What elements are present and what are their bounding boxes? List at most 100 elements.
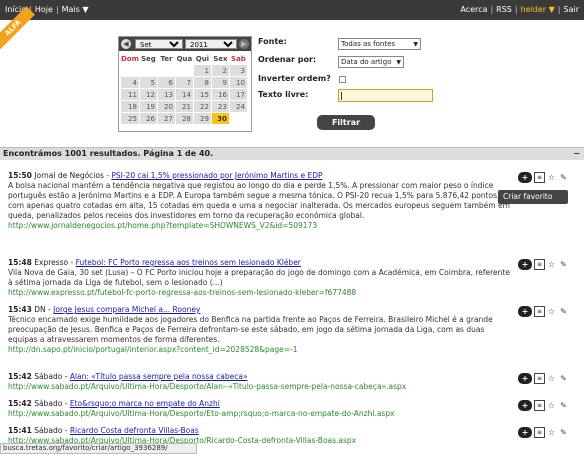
calendar-day[interactable]: 12 <box>139 89 157 100</box>
calendar-day[interactable]: 13 <box>157 89 175 100</box>
pencil-icon[interactable]: ✎ <box>558 259 569 270</box>
ordenar-select[interactable]: Data do artigo ▼ <box>338 56 404 68</box>
star-icon[interactable]: ☆ <box>546 259 557 270</box>
calendar-day[interactable]: 11 <box>121 89 139 100</box>
share-icon[interactable]: + <box>518 172 532 183</box>
result-url[interactable]: http://dn.sapo.pt/inicio/portugal/interi… <box>8 345 513 355</box>
tooltip: Criar favorito <box>498 190 568 204</box>
document-icon[interactable]: ≡ <box>534 259 545 270</box>
calendar-day[interactable]: 9 <box>211 77 229 88</box>
calendar-day[interactable]: 25 <box>121 113 139 124</box>
result-url[interactable]: http://www.expresso.pt/futebol-fc-porto-… <box>8 288 513 298</box>
calendar-day[interactable]: 22 <box>193 101 211 112</box>
calendar-day[interactable]: 21 <box>175 101 193 112</box>
year-select[interactable]: 2011 <box>185 39 237 49</box>
star-icon[interactable]: ☆ <box>546 373 557 384</box>
result-item: 15:42 Sábado - Alan: «Título passa sempr… <box>8 372 513 392</box>
calendar-day[interactable]: 6 <box>157 77 175 88</box>
result-actions: + ≡ ☆ ✎ <box>518 400 570 411</box>
pencil-icon[interactable]: ✎ <box>558 373 569 384</box>
document-icon[interactable]: ≡ <box>534 427 545 438</box>
result-source: Jornal de Negócios <box>34 171 104 180</box>
result-title-link[interactable]: Eto&rsquo;o marca no empate do Anzhi <box>70 399 220 408</box>
star-icon[interactable]: ☆ <box>546 306 557 317</box>
next-month-button[interactable]: ▶ <box>239 39 249 49</box>
calendar-empty <box>121 65 139 76</box>
document-icon[interactable]: ≡ <box>534 400 545 411</box>
pencil-icon[interactable]: ✎ <box>558 172 569 183</box>
document-icon[interactable]: ≡ <box>534 306 545 317</box>
result-source: Sábado <box>34 426 63 435</box>
nav-sair[interactable]: Sair <box>564 5 580 14</box>
calendar-day[interactable]: 18 <box>121 101 139 112</box>
calendar-day[interactable]: 26 <box>139 113 157 124</box>
prev-month-button[interactable]: ◀ <box>121 39 131 49</box>
calendar-day[interactable]: 17 <box>229 89 247 100</box>
calendar-day[interactable]: 2 <box>211 65 229 76</box>
nav-acerca[interactable]: Acerca <box>460 5 487 14</box>
star-icon[interactable]: ☆ <box>546 427 557 438</box>
calendar-day[interactable]: 1 <box>193 65 211 76</box>
document-icon[interactable]: ≡ <box>534 172 545 183</box>
result-time: 15:41 <box>8 426 32 435</box>
calendar-day[interactable]: 14 <box>175 89 193 100</box>
share-icon[interactable]: + <box>518 373 532 384</box>
inverter-checkbox[interactable] <box>339 76 346 83</box>
texto-input[interactable] <box>338 89 433 102</box>
calendar-day[interactable]: 10 <box>229 77 247 88</box>
star-icon[interactable]: ☆ <box>546 400 557 411</box>
calendar-day[interactable]: 5 <box>139 77 157 88</box>
calendar-day[interactable]: 16 <box>211 89 229 100</box>
result-title-link[interactable]: Futebol: FC Porto regressa aos treinos s… <box>76 258 301 267</box>
calendar-day[interactable]: 4 <box>121 77 139 88</box>
fonte-select[interactable]: Todas as fontes ▼ <box>338 38 421 50</box>
nav-mais[interactable]: Mais ▼ <box>62 5 89 14</box>
result-title-link[interactable]: Alan: «Título passa sempre pela nossa ca… <box>70 372 248 381</box>
month-select[interactable]: Set <box>135 39 183 49</box>
pencil-icon[interactable]: ✎ <box>558 427 569 438</box>
weekday-header: Qua <box>176 54 193 63</box>
calendar-day[interactable]: 20 <box>157 101 175 112</box>
user-menu[interactable]: helder ▼ <box>521 5 555 14</box>
results-count: Encontrámos 1001 resultados. Página 1 de… <box>3 149 214 158</box>
result-snippet: Técnico encarnado exige humildade aos jo… <box>8 315 493 345</box>
calendar-day[interactable]: 24 <box>229 101 247 112</box>
result-time: 15:43 <box>8 305 32 314</box>
result-url[interactable]: http://www.sabado.pt/Arquivo/Ultima-Hora… <box>8 409 513 419</box>
result-title-link[interactable]: Jorge Jesus compara Michel a... Rooney <box>53 305 200 314</box>
calendar-day[interactable]: 19 <box>139 101 157 112</box>
calendar-day[interactable]: 28 <box>175 113 193 124</box>
filtrar-button[interactable]: Filtrar <box>317 115 375 130</box>
share-icon[interactable]: + <box>518 306 532 317</box>
result-url[interactable]: http://www.jornaldenegocios.pt/home.php?… <box>8 221 513 231</box>
share-icon[interactable]: + <box>518 259 532 270</box>
result-title-link[interactable]: PSI-20 cai 1,5% pressionado por Jerónimo… <box>111 171 322 180</box>
result-item: 15:42 Sábado - Eto&rsquo;o marca no empa… <box>8 399 513 419</box>
calendar-day[interactable]: 29 <box>193 113 211 124</box>
share-icon[interactable]: + <box>518 400 532 411</box>
status-bar: busca.tretas.org/favorito/criar/artigo_3… <box>0 443 197 454</box>
pencil-icon[interactable]: ✎ <box>558 400 569 411</box>
calendar-day[interactable]: 27 <box>157 113 175 124</box>
calendar-day[interactable]: 23 <box>211 101 229 112</box>
weekday-header: Ter <box>160 54 173 63</box>
top-nav-right: Acerca | RSS | helder ▼ | Sair <box>460 5 579 14</box>
result-title-link[interactable]: Ricardo Costa defronta Villas-Boas <box>70 426 199 435</box>
star-icon[interactable]: ☆ <box>546 172 557 183</box>
result-url[interactable]: http://www.sabado.pt/Arquivo/Ultima-Hora… <box>8 382 513 392</box>
calendar-header: ◀ Set 2011 ▶ <box>119 37 251 51</box>
document-icon[interactable]: ≡ <box>534 373 545 384</box>
result-snippet: A bolsa nacional mantém a tendência nega… <box>8 181 510 221</box>
weekday-header: Dom <box>121 54 139 63</box>
nav-rss[interactable]: RSS <box>496 5 512 14</box>
minimize-icon[interactable]: − <box>573 148 580 160</box>
calendar-day[interactable]: 7 <box>175 77 193 88</box>
calendar-day[interactable]: 8 <box>193 77 211 88</box>
results-header: Encontrámos 1001 resultados. Página 1 de… <box>0 147 584 160</box>
pencil-icon[interactable]: ✎ <box>558 306 569 317</box>
calendar-day[interactable]: 30 <box>211 113 229 124</box>
calendar-day[interactable]: 3 <box>229 65 247 76</box>
calendar-day[interactable]: 15 <box>193 89 211 100</box>
nav-hoje[interactable]: Hoje <box>35 5 53 14</box>
share-icon[interactable]: + <box>518 427 532 438</box>
